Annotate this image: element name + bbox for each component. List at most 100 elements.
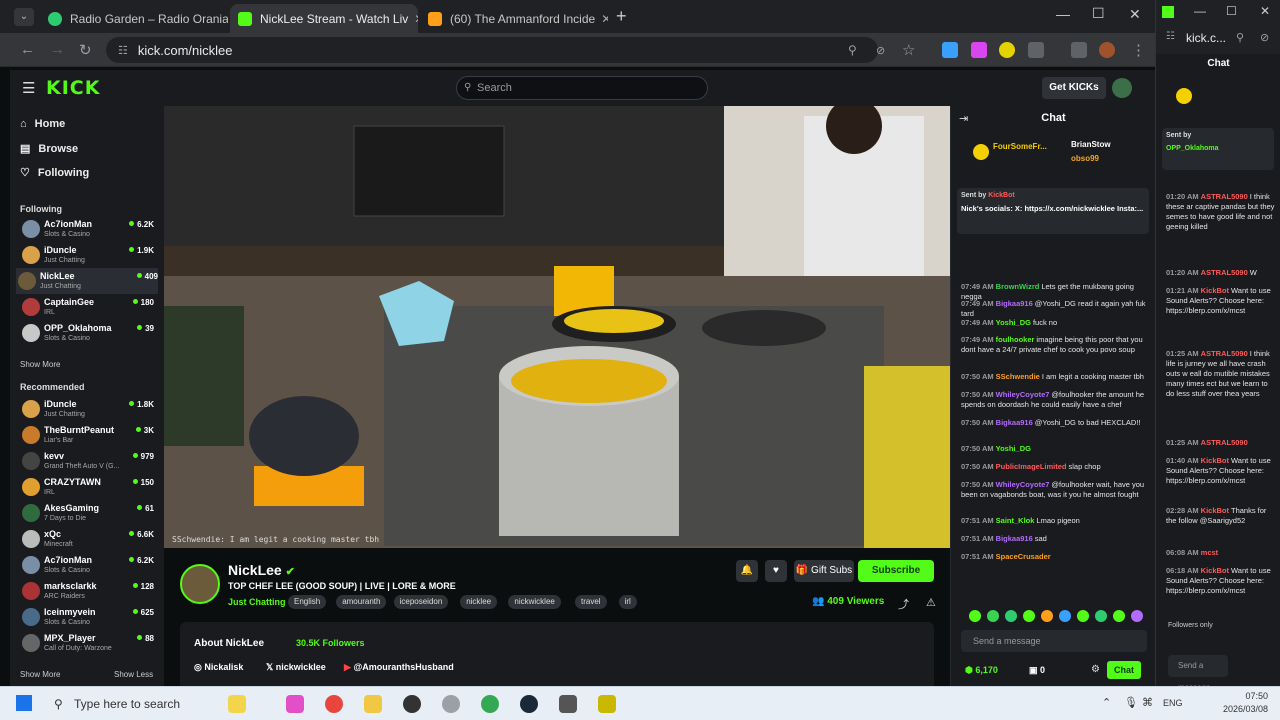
message-username[interactable]: Bigkaa916 <box>996 534 1033 543</box>
emote-icon[interactable] <box>1005 610 1017 622</box>
chrome-menu-icon[interactable]: ⋮ <box>1131 41 1146 59</box>
zoom-icon[interactable]: ⚲ <box>1236 31 1244 44</box>
copilot-icon[interactable] <box>228 695 246 713</box>
emote-icon[interactable] <box>1059 610 1071 622</box>
message-username[interactable]: WhileyCoyote7 <box>996 480 1050 489</box>
top-gifter[interactable]: BrianStow <box>1071 140 1111 149</box>
message-username[interactable]: KickBot <box>1201 286 1229 295</box>
chat-message[interactable]: 01:25 AM ASTRAL5090 <box>1166 438 1278 448</box>
emote-icon[interactable] <box>1077 610 1089 622</box>
message-username[interactable]: KickBot <box>1201 456 1229 465</box>
message-username[interactable]: foulhooker <box>996 335 1035 344</box>
show-more-recommended[interactable]: Show More <box>20 670 60 679</box>
emote-icon[interactable] <box>1023 610 1035 622</box>
message-username[interactable]: SSchwendie <box>996 372 1040 381</box>
close-tab-icon[interactable]: ✕ <box>408 12 418 26</box>
sidebar-channel[interactable]: MPX_Player Call of Duty: Warzone 88 <box>20 630 154 656</box>
close-window-button[interactable]: ✕ <box>1260 4 1270 18</box>
show-less-recommended[interactable]: Show Less <box>114 670 153 679</box>
steam-icon[interactable] <box>520 695 538 713</box>
chat-message[interactable]: 01:40 AM KickBot Want to use Sound Alerts?… <box>1166 456 1278 486</box>
tab-radio-garden[interactable]: Radio Garden – Radio Orania 9 ✕ <box>40 4 228 33</box>
sidebar-channel[interactable]: xQc Minecraft 6.6K <box>20 526 154 552</box>
tab-kick[interactable]: NickLee Stream - Watch Liv ✕ <box>230 4 418 33</box>
message-username[interactable]: Saint_Klok <box>996 516 1035 525</box>
chat-message[interactable]: 02:28 AM KickBot Thanks for the follow @Sa… <box>1166 506 1278 526</box>
sidebar-channel[interactable]: AkesGaming 7 Days to Die 61 <box>20 500 154 526</box>
sent-by-banner[interactable]: Sent by OPP_Oklahoma <box>1162 128 1274 170</box>
message-username[interactable]: mcst <box>1201 548 1219 557</box>
taskbar-search[interactable]: ⚲ Type here to search <box>48 691 228 717</box>
sidebar-channel[interactable]: iDuncle Just Chatting 1.9K <box>20 242 154 268</box>
bookmark-star-icon[interactable]: ☆ <box>902 41 915 59</box>
message-username[interactable]: KickBot <box>1201 566 1229 575</box>
puzzle-extensions-icon[interactable] <box>1028 42 1044 58</box>
show-more-following[interactable]: Show More <box>20 360 60 369</box>
video-player[interactable]: SSchwendie: I am legit a cooking master … <box>164 106 950 548</box>
emote-icon[interactable] <box>1095 610 1107 622</box>
report-icon[interactable]: ⚠ <box>926 596 936 609</box>
x-link[interactable]: 𝕏 nickwicklee <box>266 662 326 673</box>
chat-message[interactable]: 07:50 AM WhileyCoyote7 @foulhooker wait, h… <box>961 480 1151 500</box>
chat-input[interactable]: Send a message <box>961 630 1147 652</box>
extension-icon[interactable] <box>942 42 958 58</box>
nav-browse[interactable]: ▤ Browse <box>20 142 78 156</box>
zoom-icon[interactable]: ⚲ <box>848 43 857 57</box>
app-icon[interactable] <box>286 695 304 713</box>
app-icon[interactable] <box>559 695 577 713</box>
tab-youtube[interactable]: (60) The Ammanford Incide ✕ <box>420 4 608 33</box>
emote-icon[interactable] <box>969 610 981 622</box>
message-username[interactable]: ASTRAL5090 <box>1201 268 1248 277</box>
forward-icon[interactable]: → <box>50 41 65 58</box>
message-username[interactable]: BrownWizrd <box>996 282 1040 291</box>
message-username[interactable]: SpaceCrusader <box>996 552 1051 561</box>
message-username[interactable]: Yoshi_DG <box>996 444 1031 453</box>
chat-message[interactable]: 07:50 AM SSchwendie I am legit a cooking m… <box>961 372 1151 382</box>
file-explorer-icon[interactable] <box>364 695 382 713</box>
tray-chevron-icon[interactable]: ⌃ <box>1102 696 1111 709</box>
stream-tag[interactable]: iceposeidon <box>393 595 449 609</box>
pinned-message[interactable]: Sent by KickBot Nick's socials: X: https… <box>957 188 1149 234</box>
user-avatar[interactable] <box>1112 78 1132 98</box>
chat-message[interactable]: 06:18 AM KickBot Want to use Sound Alerts?… <box>1166 566 1278 596</box>
message-username[interactable]: ASTRAL5090 <box>1201 192 1248 201</box>
message-username[interactable]: PublicImageLimited <box>996 462 1067 471</box>
sidebar-channel[interactable]: Iceinmyvein Slots & Casino 625 <box>20 604 154 630</box>
reload-icon[interactable]: ↻ <box>79 41 92 59</box>
chat-message[interactable]: 07:50 AM Yoshi_DG <box>961 444 1151 454</box>
emote-icon[interactable] <box>1041 610 1053 622</box>
message-username[interactable]: ASTRAL5090 <box>1201 438 1248 447</box>
back-icon[interactable]: ← <box>20 41 35 58</box>
instagram-link[interactable]: ◎ Nickalisk <box>194 662 243 673</box>
popout-chat-input[interactable]: Send a message <box>1168 655 1228 692</box>
windows-start-icon[interactable] <box>16 695 32 711</box>
message-username[interactable]: Yoshi_DG <box>996 318 1031 327</box>
chat-message[interactable]: 07:49 AM Yoshi_DG fuck no <box>961 318 1151 328</box>
streamer-avatar[interactable] <box>180 564 220 604</box>
emote-icon[interactable] <box>1131 610 1143 622</box>
chat-message[interactable]: 07:51 AM Saint_Klok Lmao pigeon <box>961 516 1151 526</box>
youtube-link[interactable]: ▶ @AmouranthsHusband <box>344 662 454 673</box>
popout-url[interactable]: kick.c... <box>1186 31 1226 45</box>
stream-tag[interactable]: irl <box>618 595 637 609</box>
message-username[interactable]: Bigkaa916 <box>996 299 1033 308</box>
chat-send-button[interactable]: Chat <box>1107 661 1141 679</box>
message-username[interactable]: ASTRAL5090 <box>1201 349 1248 358</box>
url-bar[interactable]: ☷ kick.com/nicklee ⚲ ⊘ <box>106 37 885 63</box>
sidebar-channel[interactable]: TheBurntPeanut Liar's Bar 3K <box>20 422 154 448</box>
chat-message[interactable]: 01:20 AM ASTRAL5090 I think these ar capti… <box>1166 192 1278 232</box>
maximize-button[interactable]: ☐ <box>1092 5 1105 22</box>
share-icon[interactable]: ⤴ <box>898 596 909 612</box>
minimize-button[interactable]: — <box>1056 6 1070 22</box>
streamer-name[interactable]: NickLee ✔ <box>228 562 295 578</box>
chat-message[interactable]: 07:50 AM Bigkaa916 @Yoshi_DG to bad HEXCLA… <box>961 418 1151 428</box>
extension-icon[interactable] <box>971 42 987 58</box>
chrome-icon[interactable] <box>325 695 343 713</box>
extension-icon[interactable] <box>999 42 1015 58</box>
stream-tag[interactable]: nickwicklee <box>508 595 561 609</box>
new-tab-button[interactable]: + <box>616 6 627 27</box>
chat-message[interactable]: 07:49 AM foulhooker imagine being this poo… <box>961 335 1151 355</box>
eye-slash-icon[interactable]: ⊘ <box>1260 31 1269 44</box>
network-icon[interactable]: ⌘ <box>1142 696 1153 709</box>
sidebar-channel[interactable]: Ac7ionMan Slots & Casino 6.2K <box>20 216 154 242</box>
